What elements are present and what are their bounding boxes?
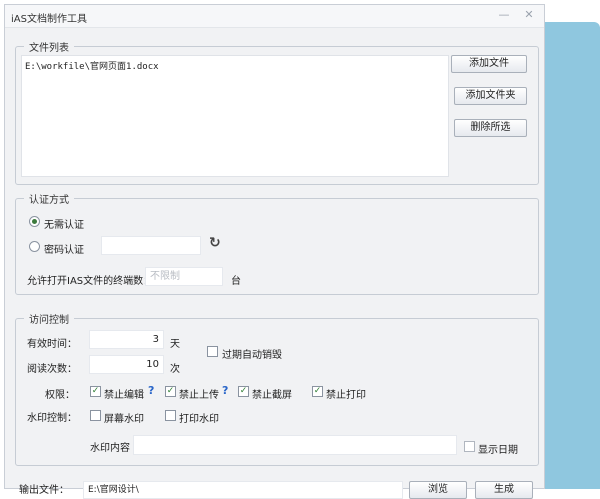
auth-legend: 认证方式 <box>29 195 69 206</box>
screen-watermark-checkbox[interactable] <box>90 410 101 421</box>
file-list-legend: 文件列表 <box>29 43 69 54</box>
no-screenshot-checkbox[interactable]: ✓ <box>238 386 249 397</box>
no-upload-checkbox[interactable]: ✓ <box>165 386 176 397</box>
max-terminals-label: 允许打开IAS文件的终端数： <box>27 276 154 287</box>
print-watermark-checkbox[interactable] <box>165 410 176 421</box>
validity-label: 有效时间： <box>27 339 77 350</box>
watermark-label: 水印控制： <box>27 413 77 424</box>
reads-label: 阅读次数： <box>27 364 77 375</box>
refresh-icon[interactable]: ↻ <box>209 235 221 251</box>
watermark-content-label: 水印内容 <box>90 443 130 454</box>
minimize-icon[interactable]: — <box>495 9 513 21</box>
screen-watermark-label[interactable]: 屏幕水印 <box>104 410 144 425</box>
access-control-legend: 访问控制 <box>29 315 69 326</box>
window-title: iAS文档制作工具 <box>11 14 87 25</box>
reads-unit: 次 <box>170 364 180 375</box>
password-auth-label[interactable]: 密码认证 <box>44 241 84 256</box>
close-icon[interactable]: ✕ <box>520 9 538 21</box>
no-print-checkbox[interactable]: ✓ <box>312 386 323 397</box>
terminal-unit: 台 <box>231 276 241 287</box>
help-icon[interactable]: ? <box>148 384 154 397</box>
app-window: iAS文档制作工具 — ✕ 文件列表 E:\workfile\官网页面1.doc… <box>4 4 545 499</box>
file-list-box[interactable]: E:\workfile\官网页面1.docx <box>21 55 449 177</box>
help-icon[interactable]: ? <box>222 384 228 397</box>
delete-selected-button[interactable]: 删除所选 <box>454 119 527 137</box>
title-bar: iAS文档制作工具 — ✕ <box>5 5 544 28</box>
password-input[interactable] <box>101 236 201 255</box>
validity-input[interactable]: 3 <box>89 330 164 349</box>
print-watermark-label[interactable]: 打印水印 <box>179 410 219 425</box>
no-upload-label[interactable]: 禁止上传 <box>179 386 219 401</box>
watermark-content-input[interactable] <box>133 435 457 455</box>
no-print-label[interactable]: 禁止打印 <box>326 386 366 401</box>
validity-unit: 天 <box>170 339 180 350</box>
max-terminals-input[interactable]: 不限制 <box>145 267 223 286</box>
password-auth-radio[interactable] <box>29 241 40 252</box>
no-screenshot-label[interactable]: 禁止截屏 <box>252 386 292 401</box>
generate-button[interactable]: 生成 <box>475 481 533 499</box>
background-panel <box>545 22 600 489</box>
auto-destroy-checkbox[interactable] <box>207 346 218 357</box>
reads-input[interactable]: 10 <box>89 355 164 374</box>
add-folder-button[interactable]: 添加文件夹 <box>454 87 527 105</box>
browse-button[interactable]: 浏览 <box>409 481 467 499</box>
add-file-button[interactable]: 添加文件 <box>451 55 527 73</box>
show-date-checkbox[interactable] <box>464 441 475 452</box>
file-list-item[interactable]: E:\workfile\官网页面1.docx <box>25 59 159 72</box>
no-auth-label[interactable]: 无需认证 <box>44 216 84 231</box>
permissions-label: 权限： <box>45 390 75 401</box>
no-edit-checkbox[interactable]: ✓ <box>90 386 101 397</box>
output-path-input[interactable]: E:\官网设计\ <box>83 481 403 499</box>
no-auth-radio[interactable] <box>29 216 40 227</box>
no-edit-label[interactable]: 禁止编辑 <box>104 386 144 401</box>
auto-destroy-label[interactable]: 过期自动销毁 <box>222 346 282 361</box>
show-date-label[interactable]: 显示日期 <box>478 441 518 456</box>
